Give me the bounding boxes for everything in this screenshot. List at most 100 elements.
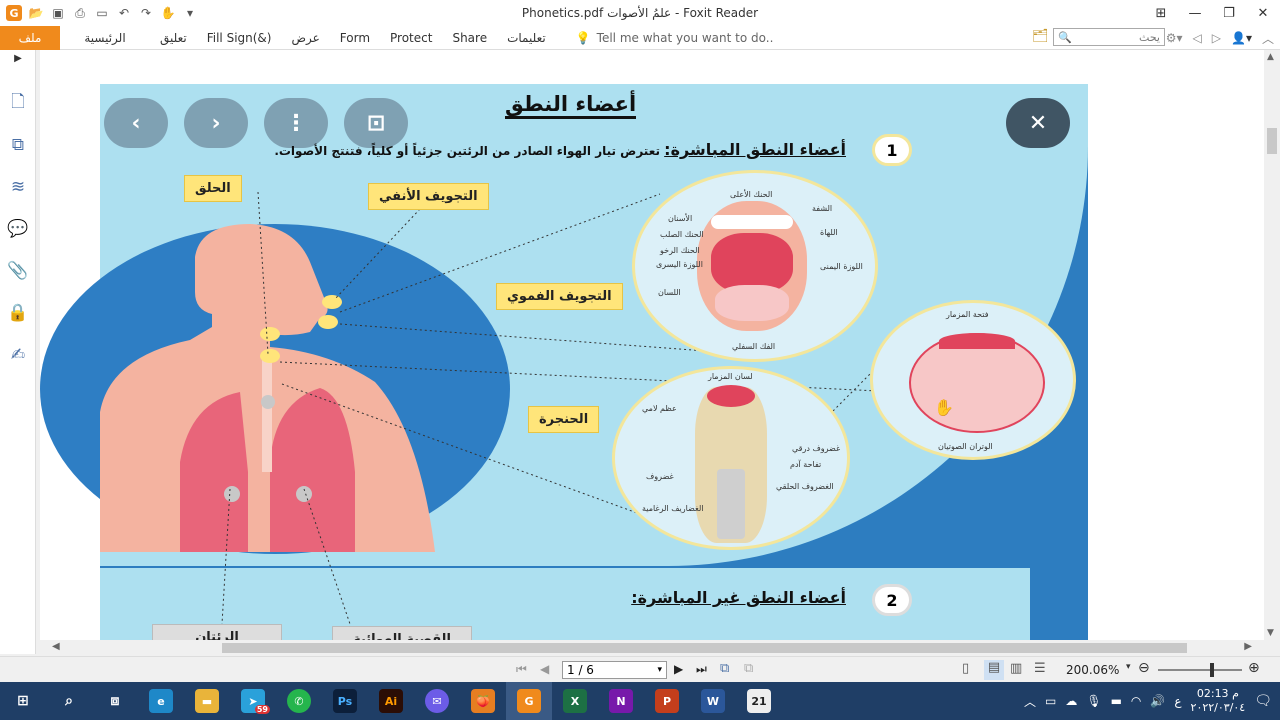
clock[interactable]: 02:13 م ٢٠٢٢/٠٣/٠٤ <box>1191 687 1246 715</box>
search-icon[interactable]: 🔍 <box>1058 31 1072 44</box>
tell-me-text: Tell me what you want to do.. <box>596 30 774 45</box>
screen-icon[interactable]: ▭ <box>94 5 110 21</box>
fl-studio-app-icon[interactable]: 🍑 <box>460 682 506 720</box>
attachments-icon[interactable]: 📎 <box>0 250 36 292</box>
tab-home[interactable]: الرئيسية <box>60 26 150 50</box>
user-icon[interactable]: 👤▾ <box>1231 31 1252 45</box>
security-lock-icon[interactable]: 🔒 <box>0 292 36 334</box>
ribbon-display-icon[interactable]: ⊞ <box>1144 0 1178 26</box>
find-folder-icon[interactable]: 🗂 <box>1032 29 1049 44</box>
expand-panel-icon[interactable]: ▶ <box>0 50 36 66</box>
page-dropdown-icon[interactable]: ▾ <box>657 665 662 675</box>
save-icon[interactable]: ▣ <box>50 5 66 21</box>
tab-form[interactable]: Form <box>330 26 380 50</box>
illustrator-app-icon[interactable]: Ai <box>368 682 414 720</box>
search-input[interactable]: يحث 🔍 <box>1053 28 1165 46</box>
hand-tool-icon[interactable]: ✋ <box>160 5 176 21</box>
notifications-icon[interactable]: 🗨 <box>1254 693 1272 709</box>
pages-icon[interactable]: ⧉ <box>0 124 36 166</box>
messenger-app-icon[interactable]: ✉ <box>414 682 460 720</box>
undo-icon[interactable]: ↶ <box>116 5 132 21</box>
last-page-icon[interactable]: ⏭ <box>696 662 707 677</box>
collapse-ribbon-icon[interactable]: ︿ <box>1262 30 1274 47</box>
page-number-input[interactable]: 1 / 6 ▾ <box>562 661 667 679</box>
forward-icon[interactable]: ▷ <box>1212 31 1221 45</box>
wifi-icon[interactable]: ◠ <box>1131 694 1141 708</box>
word-app-icon[interactable]: W <box>690 682 736 720</box>
restore-button[interactable]: ❐ <box>1212 0 1246 26</box>
power-icon[interactable]: ▬ <box>1111 694 1122 708</box>
tab-view[interactable]: عرض <box>281 26 329 50</box>
zoom-slider-handle[interactable] <box>1210 663 1214 677</box>
horizontal-scrollbar[interactable]: ◀ ▶ <box>40 640 1264 656</box>
signature-icon[interactable]: ✍ <box>0 334 36 376</box>
tab-help[interactable]: تعليمات <box>497 26 556 50</box>
zoom-out-icon[interactable]: ⊖ <box>1138 660 1150 676</box>
next-page-icon[interactable]: ▶ <box>674 662 683 676</box>
print-icon[interactable]: ⎙ <box>72 5 88 21</box>
next-view-icon[interactable]: ⧉ <box>744 661 753 676</box>
scroll-left-icon[interactable]: ◀ <box>52 641 60 652</box>
search-placeholder: يحث <box>1139 30 1160 44</box>
open-icon[interactable]: 📂 <box>28 5 44 21</box>
redo-icon[interactable]: ↷ <box>138 5 154 21</box>
cloud-sync-icon[interactable]: ☁ <box>1065 694 1077 708</box>
previous-view-icon[interactable]: ⧉ <box>720 661 729 676</box>
excel-app-icon[interactable]: X <box>552 682 598 720</box>
telegram-app-icon[interactable]: ➤ 59 <box>230 682 276 720</box>
zoom-dropdown-icon[interactable]: ▾ <box>1126 662 1131 672</box>
tell-me-box[interactable]: 💡 Tell me what you want to do.. <box>576 31 774 45</box>
tab-comment[interactable]: تعليق <box>150 26 197 50</box>
tab-protect[interactable]: Protect <box>380 26 442 50</box>
customize-dropdown-icon[interactable]: ▾ <box>182 5 198 21</box>
photoshop-app-icon[interactable]: Ps <box>322 682 368 720</box>
edge-app-icon[interactable]: e <box>138 682 184 720</box>
tab-fill-sign[interactable]: Fill Sign(&) <box>197 26 282 50</box>
foxit-reader-app-icon[interactable]: G <box>506 682 552 720</box>
tab-file[interactable]: ملف <box>0 25 60 50</box>
input-language[interactable]: ع <box>1174 694 1181 708</box>
larynx-label-thyroid: غضروف درقي <box>792 444 841 453</box>
bookmarks-icon[interactable]: 🗋 <box>0 82 36 124</box>
previous-page-icon[interactable]: ◀ <box>540 662 549 676</box>
layers-icon[interactable]: ≋ <box>0 166 36 208</box>
zoom-level[interactable]: 200.06% <box>1066 663 1119 677</box>
facing-view-icon[interactable]: ▥ <box>1010 661 1022 676</box>
microphone-icon[interactable]: 🎙 <box>1086 694 1101 708</box>
label-lungs: الرئتان <box>152 624 282 640</box>
continuous-facing-view-icon[interactable]: ☰ <box>1034 661 1046 676</box>
tab-share[interactable]: Share <box>442 26 497 50</box>
first-page-icon[interactable]: ⏮ <box>516 662 527 677</box>
mouth-label-soft-palate: الحنك الرخو <box>660 246 700 255</box>
start-button[interactable]: ⊞ <box>0 682 46 720</box>
settings-gear-icon[interactable]: ⚙▾ <box>1166 31 1183 45</box>
whatsapp-app-icon[interactable]: ✆ <box>276 682 322 720</box>
vertical-scroll-thumb[interactable] <box>1267 128 1277 154</box>
horizontal-scroll-thumb[interactable] <box>222 643 1187 653</box>
search-taskbar-icon[interactable]: ⌕ <box>46 682 92 720</box>
back-icon[interactable]: ◁ <box>1193 31 1202 45</box>
scroll-right-icon[interactable]: ▶ <box>1244 641 1252 652</box>
vertical-scrollbar[interactable]: ▲ ▼ <box>1264 50 1280 640</box>
scroll-up-icon[interactable]: ▲ <box>1267 52 1274 62</box>
mouth-label-lower-jaw: الفك السفلي <box>732 342 776 351</box>
close-button[interactable]: ✕ <box>1246 0 1280 26</box>
powerpoint-app-icon[interactable]: P <box>644 682 690 720</box>
show-hidden-icons-icon[interactable]: ︿ <box>1024 693 1036 710</box>
volume-icon[interactable]: 🔊 <box>1150 694 1165 708</box>
file-explorer-app-icon[interactable]: ▬ <box>184 682 230 720</box>
zoom-in-icon[interactable]: ⊕ <box>1248 660 1260 676</box>
document-view[interactable]: أعضاء النطق ‹ › ⋮ ⊡ ✕ 1 أعضاء النطق المب… <box>40 50 1264 640</box>
onenote-app-icon[interactable]: N <box>598 682 644 720</box>
comments-icon[interactable]: 💬 <box>0 208 36 250</box>
scroll-down-icon[interactable]: ▼ <box>1267 628 1274 638</box>
task-view-icon[interactable]: ⧈ <box>92 682 138 720</box>
continuous-view-icon[interactable]: ▤ <box>984 660 1004 680</box>
foxit-logo-icon[interactable]: G <box>6 5 22 21</box>
minimize-button[interactable]: — <box>1178 0 1212 26</box>
calendar-app-icon[interactable]: 21 <box>736 682 782 720</box>
battery-icon[interactable]: ▭ <box>1045 694 1056 708</box>
zoom-slider-track[interactable] <box>1158 669 1242 671</box>
title-bar: G 📂 ▣ ⎙ ▭ ↶ ↷ ✋ ▾ Phonetics.pdf علمُ الأ… <box>0 0 1280 26</box>
single-page-view-icon[interactable]: ▯ <box>962 661 969 676</box>
